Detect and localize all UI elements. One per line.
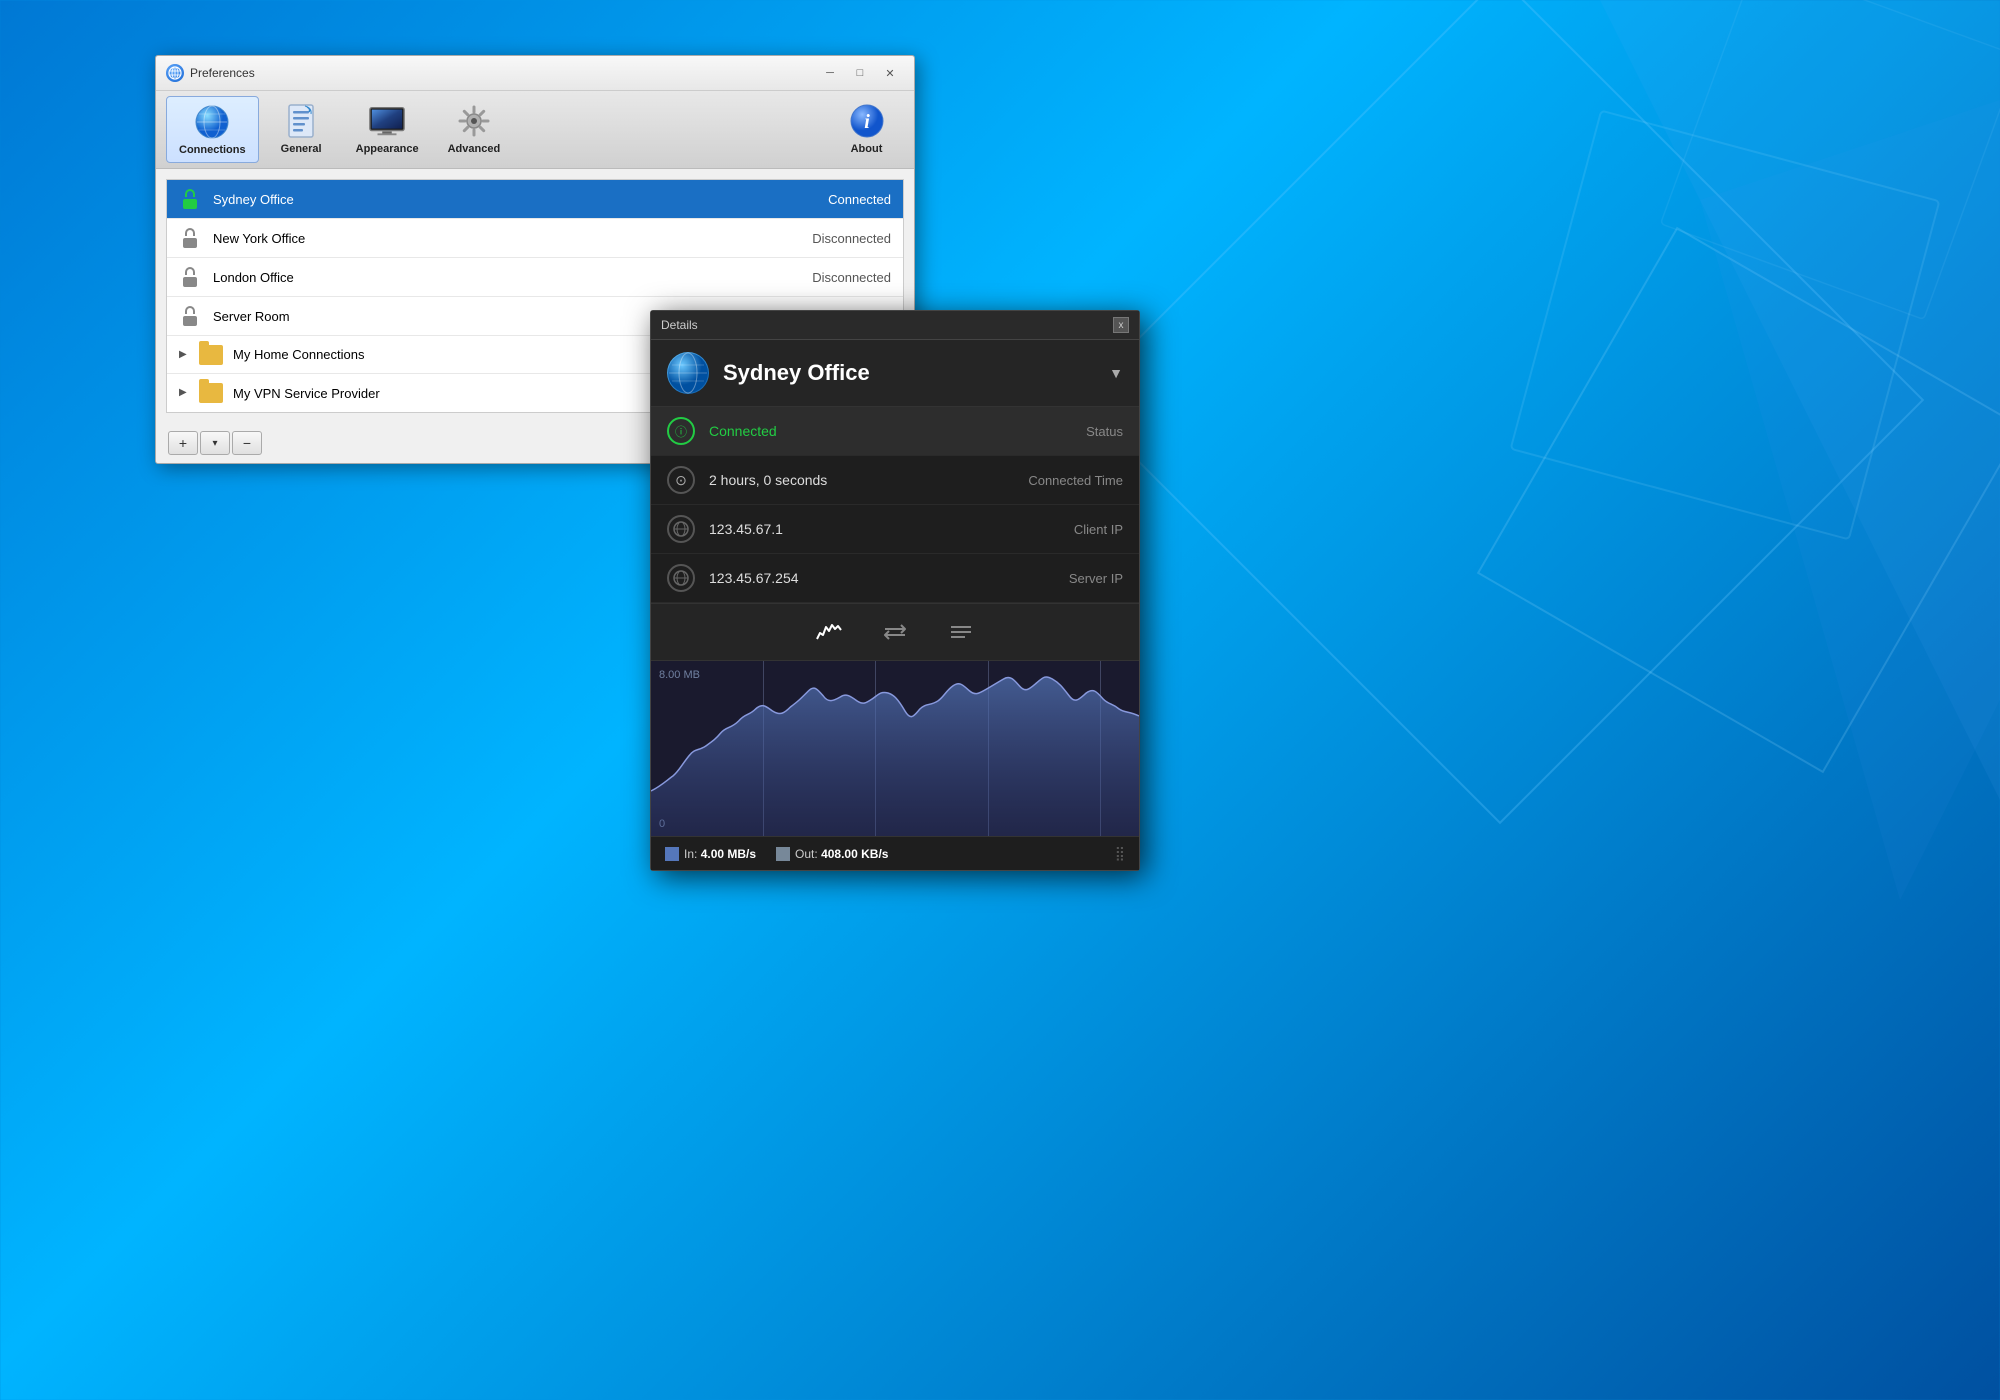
- connection-status-london: Disconnected: [812, 270, 891, 285]
- traffic-chart: 8.00 MB 0: [651, 661, 1139, 836]
- folder-icon-vpn: [199, 383, 223, 403]
- minimize-button[interactable]: ─: [816, 62, 844, 84]
- window-titlebar: Preferences ─ □ ✕: [156, 56, 914, 91]
- stat-out-value: 408.00 KB/s: [821, 847, 888, 861]
- client-ip-icon: [667, 515, 695, 543]
- svg-text:i: i: [864, 111, 870, 133]
- server-ip-value: 123.45.67.254: [709, 570, 1069, 586]
- appearance-icon: [368, 102, 406, 140]
- window-controls: ─ □ ✕: [816, 62, 904, 84]
- connections-icon: [193, 103, 231, 141]
- connection-status-newyork: Disconnected: [812, 231, 891, 246]
- tab-about[interactable]: i About: [829, 96, 904, 163]
- window-title: Preferences: [190, 66, 816, 80]
- bg-decoration-1: [1076, 0, 1925, 824]
- toolbar: Connections General: [156, 91, 914, 169]
- resize-handle[interactable]: ⣿: [1115, 845, 1125, 862]
- folder-icon-home: [199, 345, 223, 365]
- info-row-client-ip: 123.45.67.1 Client IP: [651, 505, 1139, 554]
- about-icon: i: [848, 102, 886, 140]
- connection-row-london[interactable]: London Office Disconnected: [167, 258, 903, 297]
- add-connection-button[interactable]: +: [168, 431, 198, 455]
- status-value: Connected: [709, 423, 1086, 439]
- client-ip-label: Client IP: [1074, 522, 1123, 537]
- appearance-label: Appearance: [356, 143, 419, 155]
- info-row-status: ⓘ Connected Status: [651, 407, 1139, 456]
- client-ip-value: 123.45.67.1: [709, 521, 1074, 537]
- group-arrow-home: ▶: [179, 349, 191, 361]
- add-menu-button[interactable]: ▾: [200, 431, 230, 455]
- info-row-time: ⊙ 2 hours, 0 seconds Connected Time: [651, 456, 1139, 505]
- connections-label: Connections: [179, 144, 246, 156]
- details-connection-name: Sydney Office: [723, 360, 1095, 386]
- stat-in-label: In:: [684, 847, 697, 861]
- server-ip-label: Server IP: [1069, 571, 1123, 586]
- connection-name-sydney: Sydney Office: [213, 192, 828, 207]
- details-title: Details: [661, 318, 698, 332]
- tab-general[interactable]: General: [264, 96, 339, 163]
- group-arrow-vpn: ▶: [179, 387, 191, 399]
- lock-icon-newyork: [179, 227, 201, 249]
- close-button[interactable]: ✕: [876, 62, 904, 84]
- status-icon: ⓘ: [667, 417, 695, 445]
- details-stats: In: 4.00 MB/s Out: 408.00 KB/s ⣿: [651, 836, 1139, 870]
- lock-icon-serverroom: [179, 305, 201, 327]
- advanced-icon: [455, 102, 493, 140]
- connection-name-newyork: New York Office: [213, 231, 812, 246]
- details-tabs: [651, 603, 1139, 661]
- tab-appearance[interactable]: Appearance: [344, 96, 431, 163]
- stat-color-out: [776, 847, 790, 861]
- stat-out-label: Out:: [795, 847, 818, 861]
- traffic-chart-svg: [651, 661, 1139, 836]
- lock-icon-london: [179, 266, 201, 288]
- details-header: Sydney Office ▼: [651, 340, 1139, 407]
- time-value: 2 hours, 0 seconds: [709, 472, 1028, 488]
- advanced-label: Advanced: [448, 143, 501, 155]
- maximize-button[interactable]: □: [846, 62, 874, 84]
- remove-connection-button[interactable]: −: [232, 431, 262, 455]
- general-icon: [282, 102, 320, 140]
- tab-advanced[interactable]: Advanced: [436, 96, 513, 163]
- time-icon: ⊙: [667, 466, 695, 494]
- connection-status-sydney: Connected: [828, 192, 891, 207]
- details-close-button[interactable]: x: [1113, 317, 1129, 333]
- details-info-area: ⓘ Connected Status ⊙ 2 hours, 0 seconds …: [651, 407, 1139, 603]
- stat-in: In: 4.00 MB/s: [665, 847, 756, 861]
- connection-row-sydney[interactable]: Sydney Office Connected: [167, 180, 903, 219]
- time-label: Connected Time: [1028, 473, 1123, 488]
- stat-color-in: [665, 847, 679, 861]
- bg-decoration-2: [1477, 227, 2000, 773]
- details-panel: Details x Sydney Office ▼: [650, 310, 1140, 871]
- about-label: About: [851, 143, 883, 155]
- connection-row-newyork[interactable]: New York Office Disconnected: [167, 219, 903, 258]
- titlebar-icon: [166, 64, 184, 82]
- tab-traffic-graph[interactable]: [811, 614, 847, 650]
- connection-name-london: London Office: [213, 270, 812, 285]
- info-row-server-ip: 123.45.67.254 Server IP: [651, 554, 1139, 603]
- tab-connections[interactable]: Connections: [166, 96, 259, 163]
- tab-transfer[interactable]: [877, 614, 913, 650]
- stat-in-value: 4.00 MB/s: [701, 847, 756, 861]
- server-ip-icon: [667, 564, 695, 592]
- general-label: General: [281, 143, 322, 155]
- details-dropdown-arrow[interactable]: ▼: [1109, 365, 1123, 381]
- status-label: Status: [1086, 424, 1123, 439]
- tab-details-list[interactable]: [943, 614, 979, 650]
- lock-icon-sydney: [179, 188, 201, 210]
- details-titlebar: Details x: [651, 311, 1139, 340]
- stat-out: Out: 408.00 KB/s: [776, 847, 888, 861]
- details-globe-icon: [667, 352, 709, 394]
